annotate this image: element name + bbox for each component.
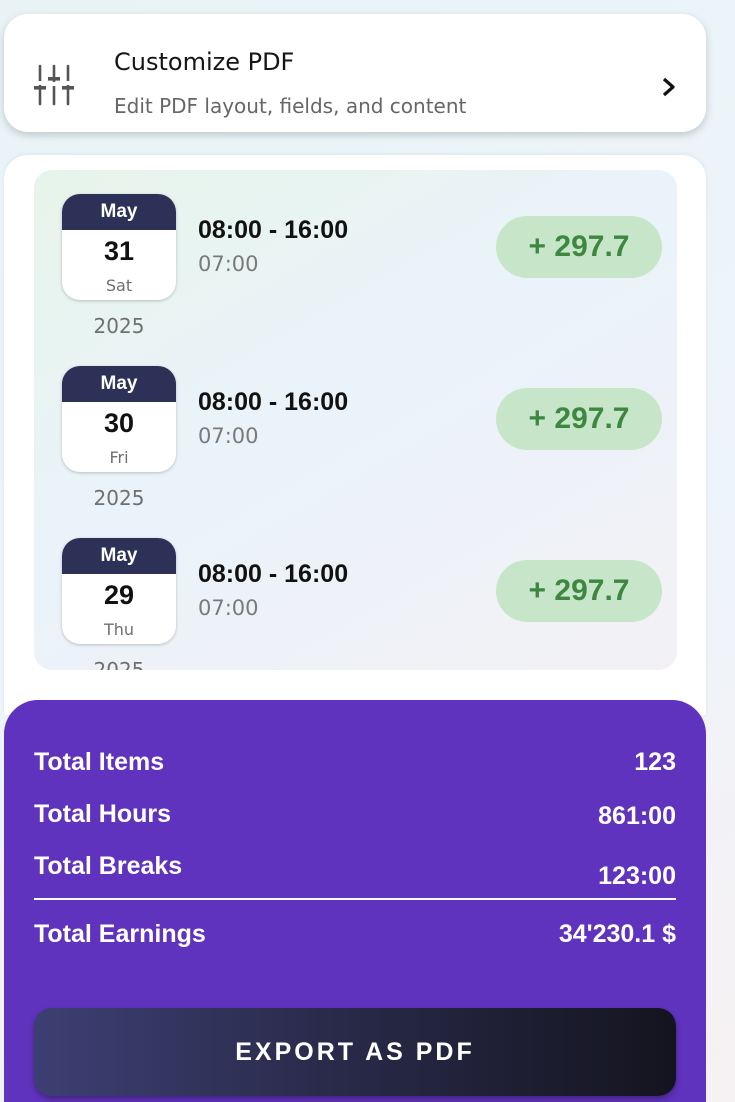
total-earnings-value: 34'230.1 $ — [558, 920, 676, 948]
date-day: 31 — [103, 236, 135, 266]
time-range: 08:00 - 16:00 — [198, 388, 349, 416]
total-items-value: 123 — [634, 748, 676, 776]
date-year: 2025 — [93, 486, 145, 510]
date-weekday: Sat — [105, 276, 133, 295]
total-breaks-value: 123:00 — [598, 862, 676, 890]
customize-title: Customize PDF — [114, 48, 295, 76]
date-year: 2025 — [93, 658, 145, 670]
total-earnings-label: Total Earnings — [34, 920, 206, 948]
break-time: 07:00 — [198, 252, 259, 276]
amount-badge: + 297.7 — [496, 388, 662, 450]
date-day: 29 — [103, 580, 135, 610]
amount-badge: + 297.7 — [496, 216, 662, 278]
date-badge: May 29 Thu — [62, 538, 176, 644]
time-range: 08:00 - 16:00 — [198, 560, 349, 588]
chevron-right-icon[interactable] — [660, 76, 678, 98]
time-range: 08:00 - 16:00 — [198, 216, 349, 244]
total-breaks-row: Total Breaks 123:00 — [34, 852, 676, 890]
date-weekday: Thu — [103, 620, 135, 639]
date-weekday: Fri — [109, 448, 129, 467]
total-breaks-label: Total Breaks — [34, 852, 183, 880]
customize-subtitle: Edit PDF layout, fields, and content — [114, 94, 467, 118]
amount-badge: + 297.7 — [496, 560, 662, 622]
total-items-label: Total Items — [34, 748, 165, 776]
total-hours-value: 861:00 — [598, 802, 676, 830]
date-year: 2025 — [93, 314, 145, 338]
entries-list[interactable]: May 31 Sat 2025 08:00 - 16:00 07:00 + 29… — [34, 170, 677, 670]
date-badge: May 31 Sat — [62, 194, 176, 300]
export-pdf-button[interactable]: EXPORT AS PDF — [34, 1008, 676, 1096]
summary-panel: Total Items 123 Total Hours 861:00 Total… — [4, 700, 706, 1102]
date-badge: May 30 Fri — [62, 366, 176, 472]
break-time: 07:00 — [198, 424, 259, 448]
total-items-row: Total Items 123 — [34, 748, 676, 784]
date-month: May — [62, 366, 176, 402]
break-time: 07:00 — [198, 596, 259, 620]
sliders-icon — [34, 64, 74, 106]
customize-pdf-card[interactable]: Customize PDF Edit PDF layout, fields, a… — [4, 14, 706, 132]
date-day: 30 — [103, 408, 135, 438]
list-item[interactable]: May 30 Fri 2025 08:00 - 16:00 07:00 + 29… — [34, 342, 677, 514]
list-item[interactable]: May 31 Sat 2025 08:00 - 16:00 07:00 + 29… — [34, 170, 677, 342]
total-hours-label: Total Hours — [34, 800, 172, 828]
total-hours-row: Total Hours 861:00 — [34, 800, 676, 836]
date-month: May — [62, 538, 176, 574]
entries-panel: May 31 Sat 2025 08:00 - 16:00 07:00 + 29… — [4, 155, 706, 715]
summary-divider — [34, 898, 676, 900]
date-month: May — [62, 194, 176, 230]
list-item[interactable]: May 29 Thu 2025 08:00 - 16:00 07:00 + 29… — [34, 514, 677, 670]
total-earnings-row: Total Earnings 34'230.1 $ — [34, 920, 676, 956]
